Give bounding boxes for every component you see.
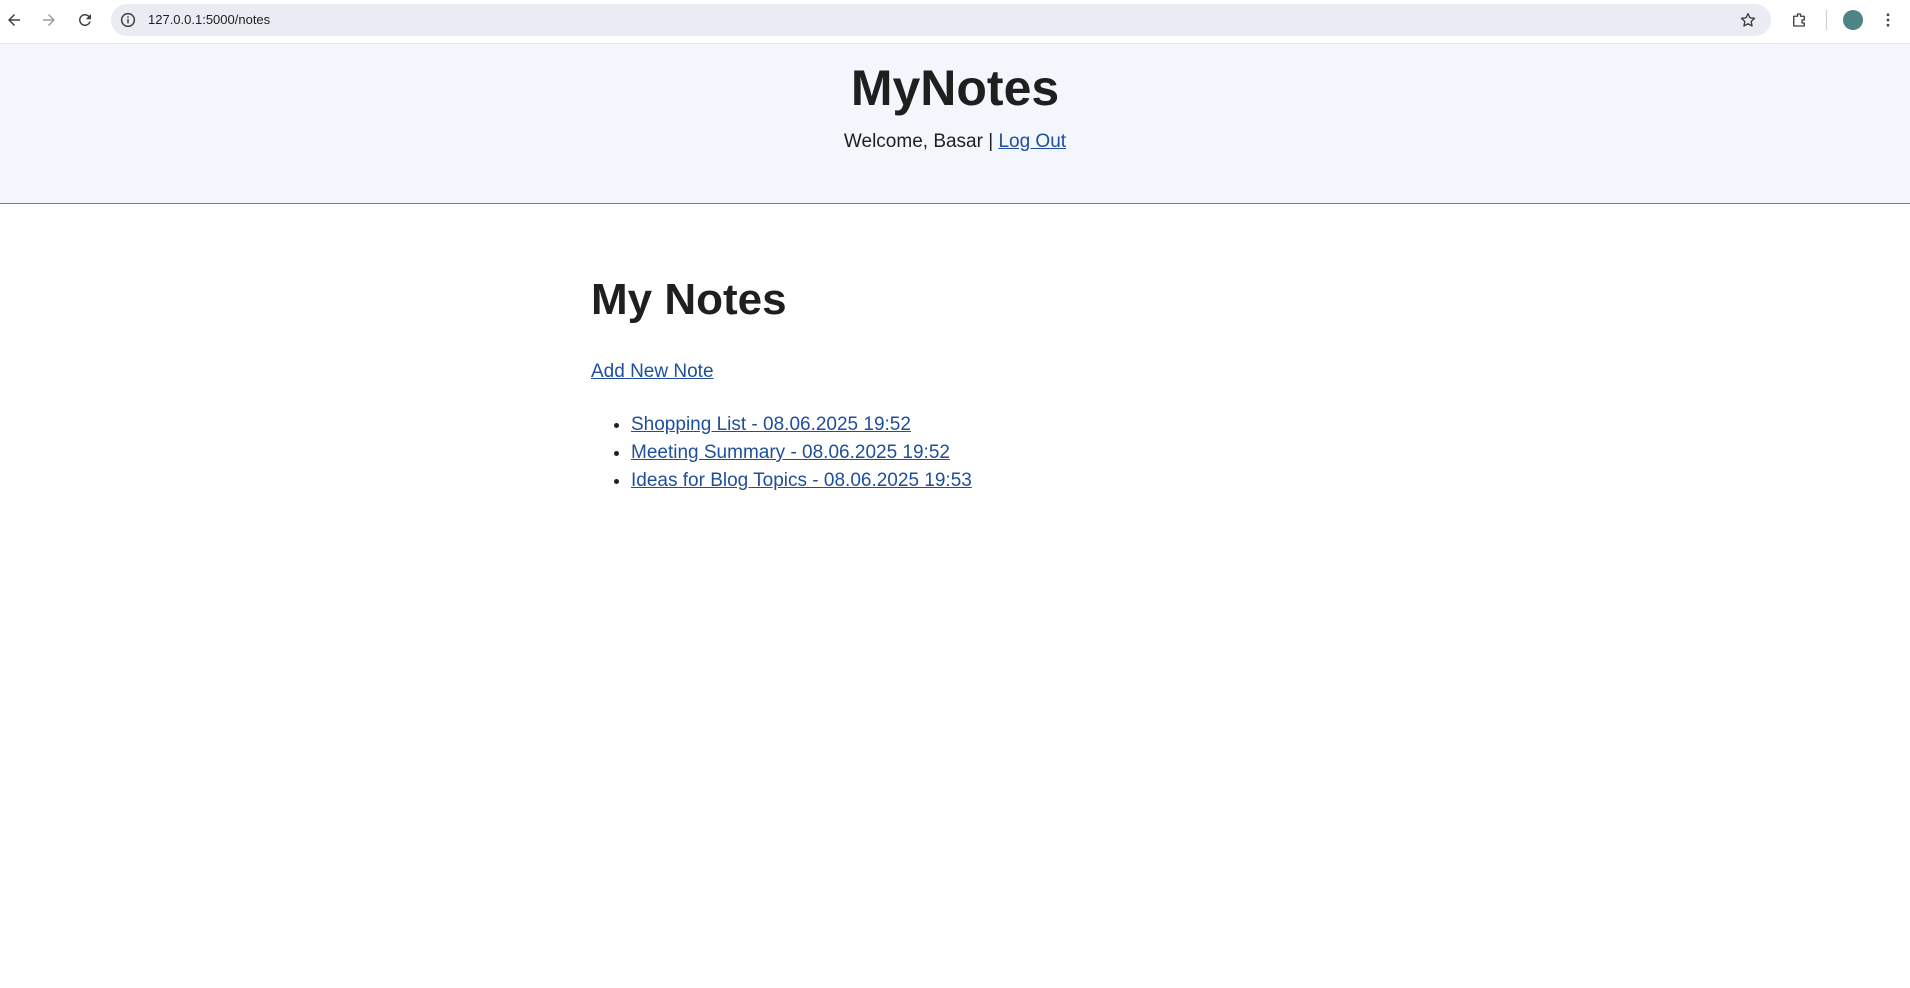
profile-avatar: [1843, 10, 1863, 30]
notes-list: Shopping List - 08.06.2025 19:52 Meeting…: [591, 411, 972, 495]
extensions-icon: [1793, 13, 1805, 27]
welcome-line: Welcome, Basar | Log Out: [0, 131, 1910, 153]
back-button[interactable]: [0, 6, 28, 34]
note-list-item: Shopping List - 08.06.2025 19:52: [631, 411, 972, 439]
note-link[interactable]: Shopping List - 08.06.2025 19:52: [631, 414, 911, 435]
note-link[interactable]: Ideas for Blog Topics - 08.06.2025 19:53: [631, 470, 972, 491]
note-link[interactable]: Meeting Summary - 08.06.2025 19:52: [631, 442, 950, 463]
note-list-item: Meeting Summary - 08.06.2025 19:52: [631, 439, 972, 467]
extensions-button[interactable]: [1785, 6, 1813, 34]
page-title: My Notes: [591, 275, 787, 324]
site-title: MyNotes: [850, 60, 1060, 116]
url-text[interactable]: 127.0.0.1:5000/notes: [148, 12, 270, 27]
bookmark-star-icon[interactable]: [1739, 11, 1757, 29]
address-bar[interactable]: 127.0.0.1:5000/notes: [111, 4, 1771, 36]
reload-icon: [78, 13, 91, 26]
toolbar-divider: [1826, 10, 1827, 30]
browser-toolbar: 127.0.0.1:5000/notes: [0, 0, 1910, 44]
forward-button[interactable]: [35, 6, 63, 34]
kebab-menu-icon: [1886, 13, 1890, 27]
site-header: MyNotes Welcome, Basar | Log Out: [0, 44, 1910, 204]
forward-arrow-icon: [43, 14, 55, 26]
welcome-text: Welcome, Basar |: [843, 131, 999, 152]
note-list-item: Ideas for Blog Topics - 08.06.2025 19:53: [631, 467, 972, 495]
profile-button[interactable]: [1839, 6, 1867, 34]
browser-menu-button[interactable]: [1874, 6, 1902, 34]
site-info-icon[interactable]: [119, 11, 137, 29]
back-arrow-icon: [8, 14, 20, 26]
add-new-note-link[interactable]: Add New Note: [591, 361, 714, 383]
logout-link[interactable]: Log Out: [998, 131, 1066, 152]
reload-button[interactable]: [71, 6, 99, 34]
